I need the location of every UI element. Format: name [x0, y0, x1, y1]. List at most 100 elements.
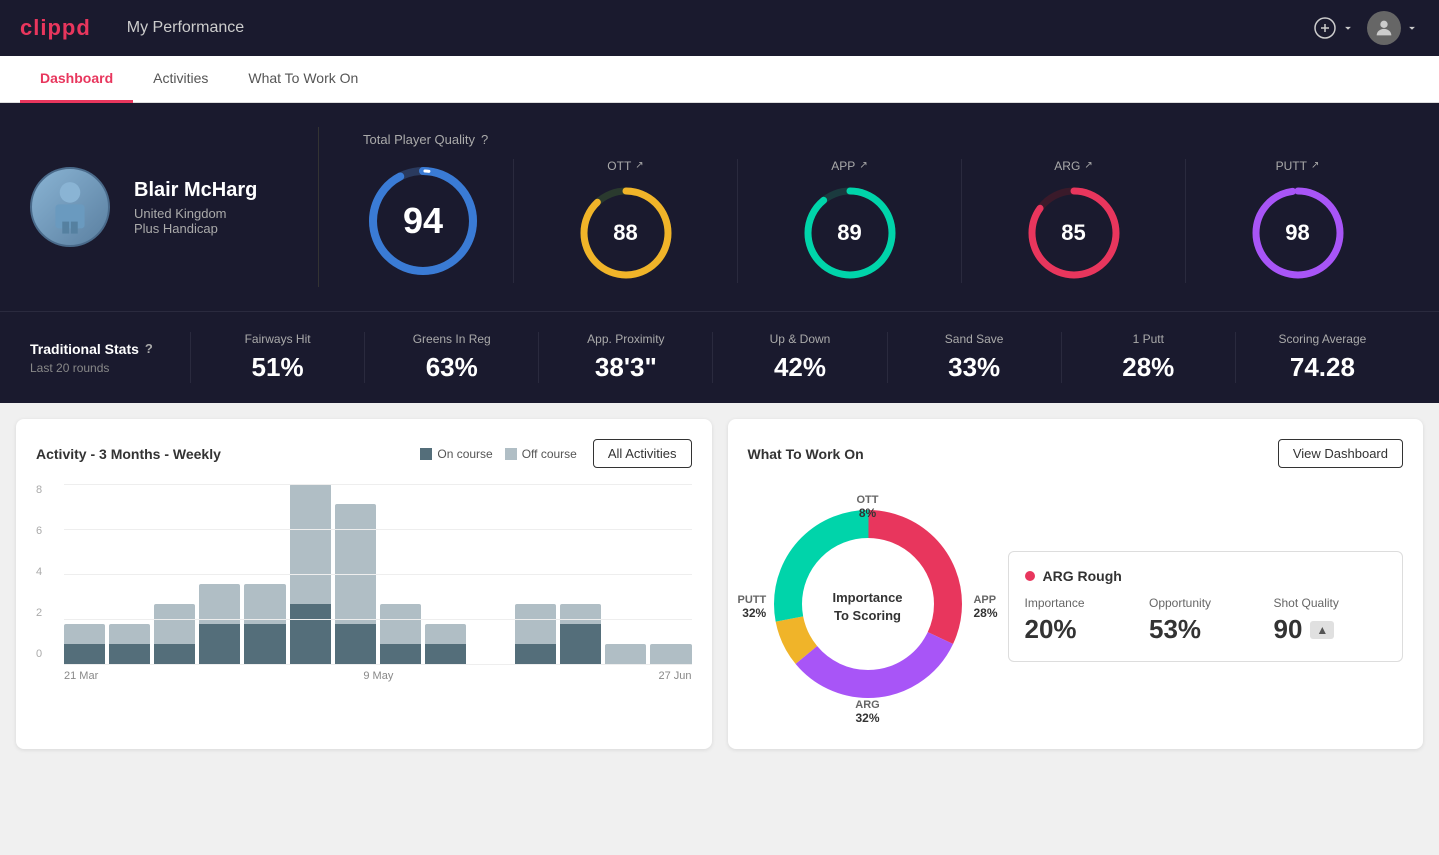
bar-bot-4 [244, 624, 285, 664]
gauge-arg: ARG ↗ 85 [961, 159, 1185, 283]
app-label: APP 28% [973, 594, 997, 620]
quality-gauges-row: 94 OTT ↗ 88 [343, 159, 1409, 283]
arg-value: 85 [1061, 220, 1085, 246]
bar-bot-5 [290, 604, 331, 664]
bar-group-3 [199, 484, 240, 664]
bar-group-8 [425, 484, 466, 664]
stat-gir: Greens In Reg 63% [364, 332, 538, 383]
on-course-dot [420, 448, 432, 460]
bar-group-10 [515, 484, 556, 664]
shot-quality-badge: ▲ [1310, 621, 1334, 639]
stat-sandsave: Sand Save 33% [887, 332, 1061, 383]
bar-top-10 [515, 604, 556, 644]
y-label-0: 0 [36, 648, 42, 660]
header-title: My Performance [127, 19, 244, 37]
tab-activities[interactable]: Activities [133, 56, 228, 103]
ott-arrow-icon: ↗ [635, 160, 643, 171]
user-avatar[interactable] [1367, 11, 1419, 45]
work-title: What To Work On [748, 446, 864, 462]
arg-label: ARG 32% [855, 699, 879, 725]
bar-bot-6 [335, 624, 376, 664]
tab-dashboard[interactable]: Dashboard [20, 56, 133, 103]
add-icon[interactable] [1313, 16, 1355, 40]
info-stats: Importance 20% Opportunity 53% Shot Qual… [1025, 596, 1387, 645]
work-content: ImportanceTo Scoring OTT 8% APP 28% ARG … [748, 484, 1404, 729]
stat-proximity: App. Proximity 38'3" [538, 332, 712, 383]
player-country: United Kingdom [134, 206, 294, 221]
y-label-8: 8 [36, 484, 42, 496]
player-section: Blair McHarg United Kingdom Plus Handica… [30, 127, 1409, 287]
all-activities-button[interactable]: All Activities [593, 439, 692, 468]
bar-group-4 [244, 484, 285, 664]
putt-arrow-icon: ↗ [1311, 160, 1319, 171]
bar-group-11 [560, 484, 601, 664]
quality-help-icon[interactable]: ? [481, 132, 488, 147]
x-label-jun: 27 Jun [658, 670, 691, 682]
donut-center: ImportanceTo Scoring [832, 588, 902, 624]
bar-bot-0 [64, 644, 105, 664]
bar-top-6 [335, 504, 376, 624]
y-label-4: 4 [36, 566, 42, 578]
bar-group-1 [109, 484, 150, 664]
header-left: clippd My Performance [20, 15, 244, 41]
bar-top-4 [244, 584, 285, 624]
bar-top-12 [605, 644, 646, 664]
app-arrow-icon: ↗ [859, 160, 867, 171]
trad-stats-label: Traditional Stats ? Last 20 rounds [30, 341, 190, 375]
bar-bot-8 [425, 644, 466, 664]
bar-top-3 [199, 584, 240, 624]
bar-group-12 [605, 484, 646, 664]
bar-bot-11 [560, 624, 601, 664]
gauge-app-label: APP ↗ [831, 159, 867, 173]
bars-container [64, 484, 692, 664]
logo[interactable]: clippd [20, 15, 91, 41]
gauge-putt: PUTT ↗ 98 [1185, 159, 1409, 283]
player-info: Blair McHarg United Kingdom Plus Handica… [134, 179, 294, 236]
donut-chart-wrap: ImportanceTo Scoring OTT 8% APP 28% ARG … [748, 484, 988, 729]
info-card-title: ARG Rough [1025, 568, 1387, 584]
x-axis: 21 Mar 9 May 27 Jun [64, 664, 692, 682]
player-avatar [30, 167, 110, 247]
bar-group-9 [470, 484, 511, 664]
stat-scoring: Scoring Average 74.28 [1235, 332, 1409, 383]
chart-legend: On course Off course [420, 447, 577, 461]
info-stat-importance: Importance 20% [1025, 596, 1138, 645]
legend-off-course: Off course [505, 447, 577, 461]
tab-what-to-work-on[interactable]: What To Work On [228, 56, 378, 103]
stat-oneputt: 1 Putt 28% [1061, 332, 1235, 383]
header: clippd My Performance [0, 0, 1439, 56]
off-course-dot [505, 448, 517, 460]
y-label-2: 2 [36, 607, 42, 619]
bar-group-2 [154, 484, 195, 664]
avatar [1367, 11, 1401, 45]
divider [318, 127, 319, 287]
gauge-arg-label: ARG ↗ [1054, 159, 1092, 173]
quality-section: Total Player Quality ? 94 [343, 132, 1409, 283]
bar-bot-3 [199, 624, 240, 664]
stat-updown: Up & Down 42% [712, 332, 886, 383]
donut-center-text: ImportanceTo Scoring [832, 588, 902, 624]
chart-title: Activity - 3 Months - Weekly [36, 446, 221, 462]
quality-label: Total Player Quality ? [343, 132, 1409, 147]
view-dashboard-button[interactable]: View Dashboard [1278, 439, 1403, 468]
trad-stats-title: Traditional Stats ? [30, 341, 190, 357]
arg-arrow-icon: ↗ [1084, 160, 1092, 171]
app-value: 89 [837, 220, 861, 246]
gauge-app: APP ↗ 89 [737, 159, 961, 283]
bar-top-5 [290, 484, 331, 604]
gauge-putt-label: PUTT ↗ [1276, 159, 1320, 173]
x-label-mar: 21 Mar [64, 670, 98, 682]
bar-top-2 [154, 604, 195, 644]
bar-group-7 [380, 484, 421, 664]
gauge-ott-label: OTT ↗ [607, 159, 643, 173]
header-right [1313, 11, 1419, 45]
y-axis: 8 6 4 2 0 [36, 484, 42, 664]
activity-chart-card: Activity - 3 Months - Weekly On course O… [16, 419, 712, 749]
bar-group-0 [64, 484, 105, 664]
putt-value: 98 [1285, 220, 1309, 246]
bottom-section: Activity - 3 Months - Weekly On course O… [0, 403, 1439, 765]
trad-stats-help-icon[interactable]: ? [145, 341, 153, 356]
stats-hero: Blair McHarg United Kingdom Plus Handica… [0, 103, 1439, 311]
stat-fairways: Fairways Hit 51% [190, 332, 364, 383]
tabs: Dashboard Activities What To Work On [0, 56, 1439, 103]
